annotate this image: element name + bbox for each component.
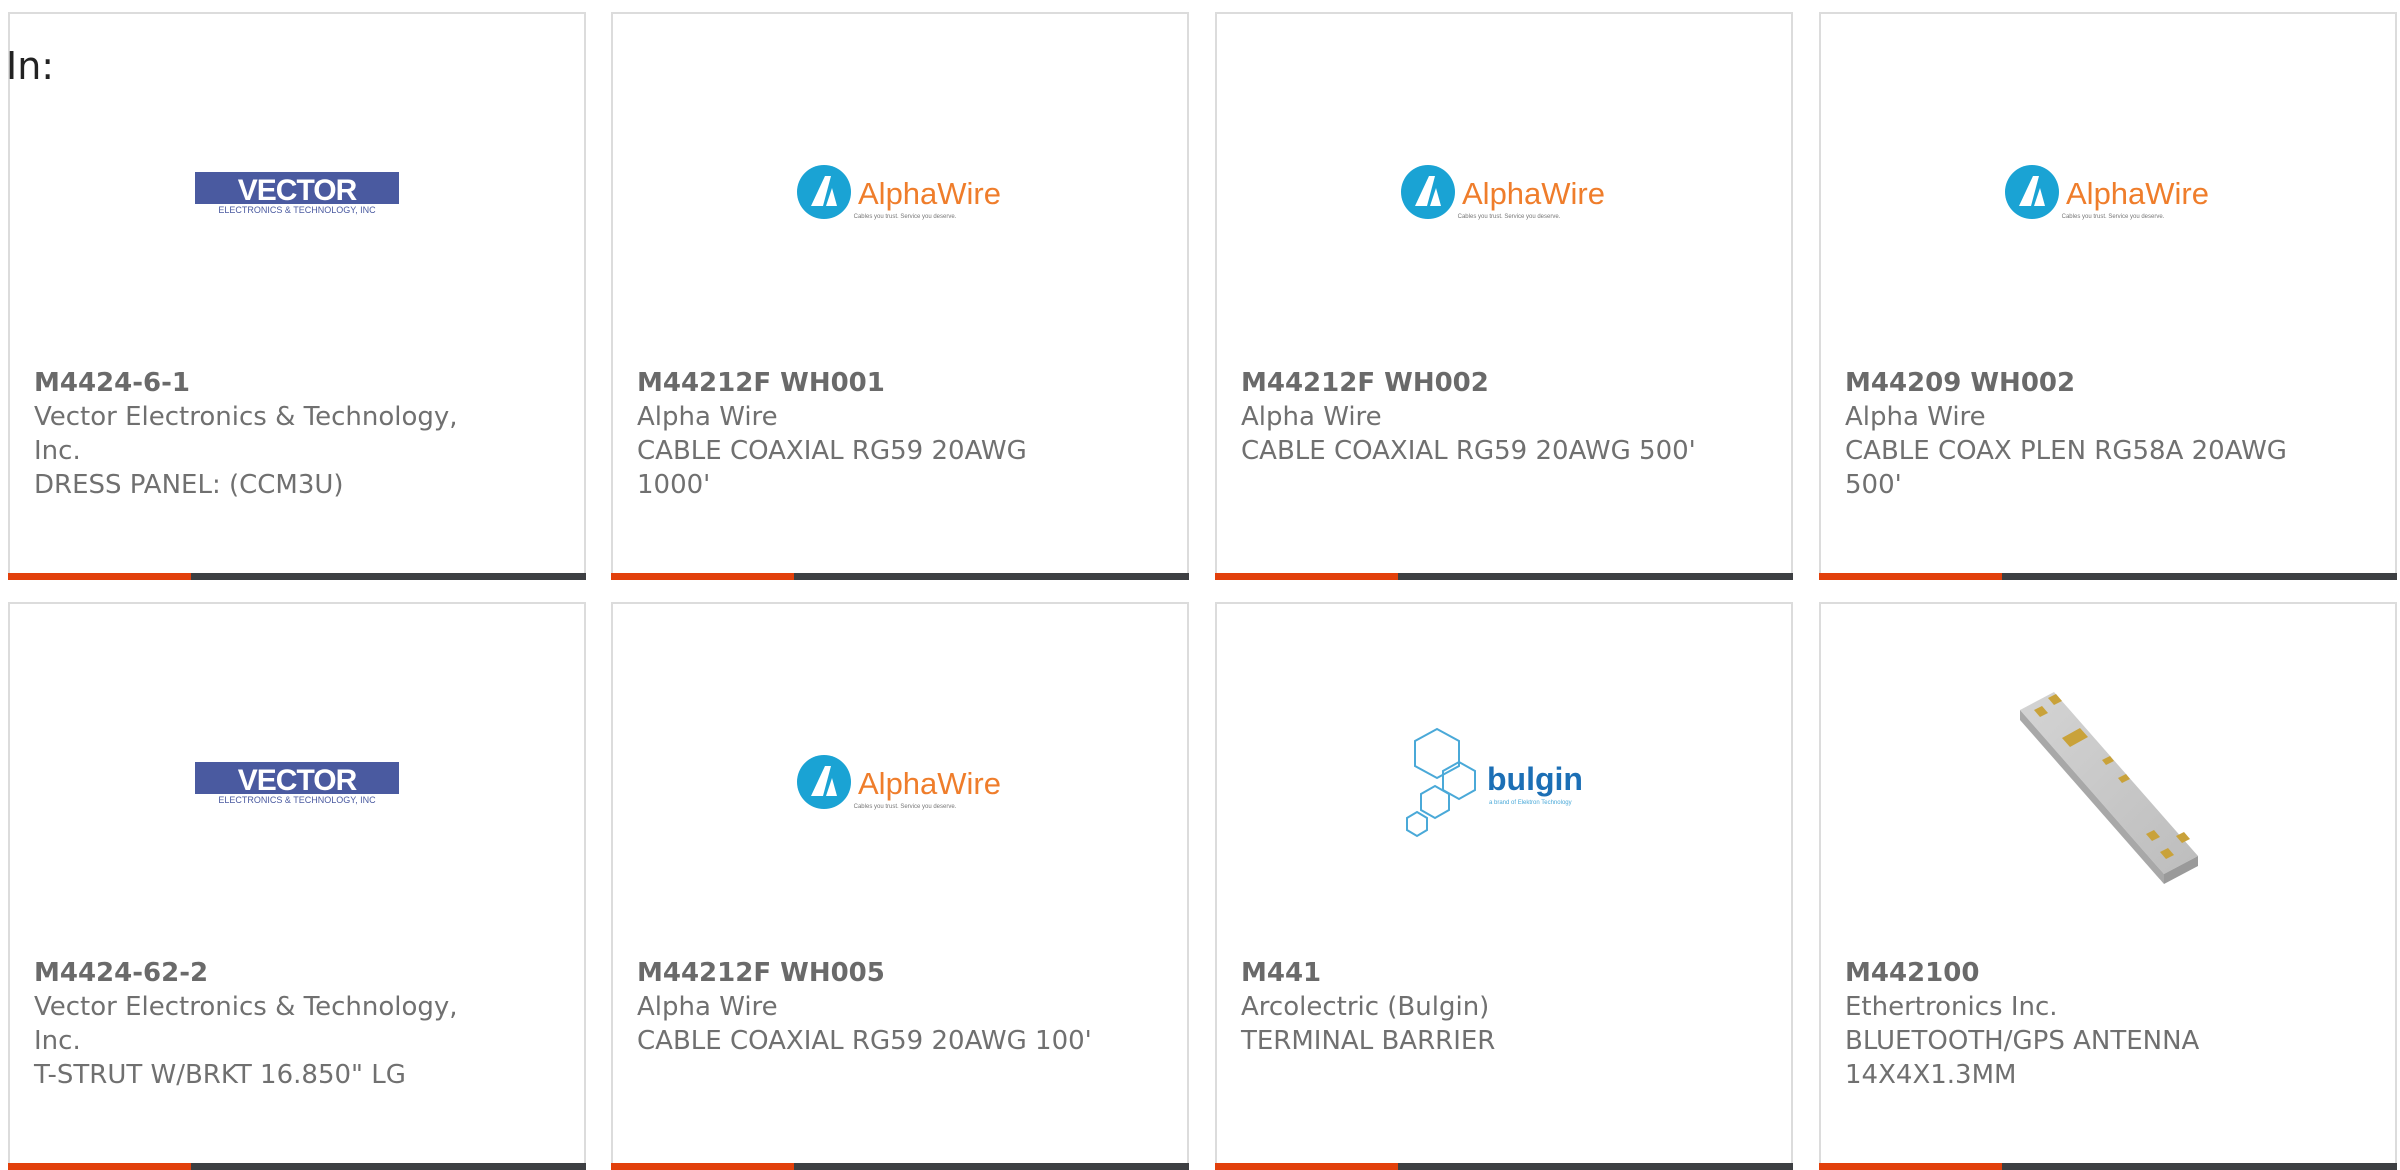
part-number[interactable]: M44212F WH002 — [1241, 366, 1711, 400]
part-number[interactable]: M442100 — [1845, 956, 2315, 990]
svg-text:Cables you trust. Service you: Cables you trust. Service you deserve. — [854, 214, 957, 220]
description: CABLE COAXIAL RG59 20AWG 100' — [637, 1026, 1092, 1056]
vector-logo: VECTOR ELECTRONICS & TECHNOLOGY, INC — [10, 734, 584, 834]
description: DRESS PANEL: (CCM3U) — [34, 470, 344, 500]
svg-text:VECTOR: VECTOR — [238, 174, 358, 207]
svg-text:AlphaWire: AlphaWire — [1462, 176, 1605, 211]
description: T-STRUT W/BRKT 16.850" LG — [34, 1060, 406, 1090]
manufacturer: Vector Electronics & Technology, Inc. — [34, 992, 458, 1056]
svg-text:VECTOR: VECTOR — [238, 764, 358, 797]
part-number[interactable]: M44212F WH001 — [637, 366, 1107, 400]
product-card[interactable]: VECTOR ELECTRONICS & TECHNOLOGY, INC M44… — [8, 602, 586, 1170]
card-bottom-bar — [1215, 573, 1793, 580]
manufacturer: Vector Electronics & Technology, Inc. — [34, 402, 458, 466]
card-accent — [8, 573, 191, 580]
svg-text:Cables you trust. Service you: Cables you trust. Service you deserve. — [1458, 214, 1561, 220]
alphawire-logo: AlphaWire Cables you trust. Service you … — [1821, 144, 2395, 244]
description: TERMINAL BARRIER — [1241, 1026, 1496, 1056]
antenna-photo — [1821, 684, 2395, 884]
bulgin-logo: bulgin a brand of Elektron Technology — [1217, 727, 1791, 838]
part-number[interactable]: M4424-62-2 — [34, 956, 504, 990]
part-number[interactable]: M44212F WH005 — [637, 956, 1107, 990]
svg-text:bulgin: bulgin — [1487, 761, 1583, 797]
description: CABLE COAXIAL RG59 20AWG 500' — [1241, 436, 1696, 466]
product-card[interactable]: AlphaWire Cables you trust. Service you … — [1215, 12, 1793, 580]
card-bottom-bar — [8, 573, 586, 580]
part-number[interactable]: M4424-6-1 — [34, 366, 504, 400]
description: BLUETOOTH/GPS ANTENNA 14X4X1.3MM — [1845, 1026, 2200, 1090]
manufacturer: Alpha Wire — [637, 402, 778, 432]
svg-text:Cables you trust. Service you: Cables you trust. Service you deserve. — [854, 804, 957, 810]
card-bottom-bar — [1819, 573, 2397, 580]
manufacturer: Arcolectric (Bulgin) — [1241, 992, 1490, 1022]
manufacturer: Alpha Wire — [637, 992, 778, 1022]
description: CABLE COAXIAL RG59 20AWG 1000' — [637, 436, 1027, 500]
product-card[interactable]: bulgin a brand of Elektron Technology M4… — [1215, 602, 1793, 1170]
product-card[interactable]: AlphaWire Cables you trust. Service you … — [611, 12, 1189, 580]
alphawire-logo: AlphaWire Cables you trust. Service you … — [613, 734, 1187, 834]
manufacturer: Ethertronics Inc. — [1845, 992, 2058, 1022]
product-card[interactable]: AlphaWire Cables you trust. Service you … — [1819, 12, 2397, 580]
svg-text:a brand of Elektron Technology: a brand of Elektron Technology — [1489, 800, 1572, 806]
manufacturer: Alpha Wire — [1241, 402, 1382, 432]
svg-text:ELECTRONICS & TECHNOLOGY, INC: ELECTRONICS & TECHNOLOGY, INC — [218, 205, 376, 215]
alphawire-logo: AlphaWire Cables you trust. Service you … — [613, 144, 1187, 244]
card-accent — [1215, 573, 1398, 580]
card-accent — [1819, 573, 2002, 580]
card-bottom-bar — [611, 573, 1189, 580]
svg-text:Cables you trust. Service you: Cables you trust. Service you deserve. — [2062, 214, 2165, 220]
part-number[interactable]: M44209 WH002 — [1845, 366, 2315, 400]
svg-text:AlphaWire: AlphaWire — [2066, 176, 2209, 211]
product-card[interactable]: AlphaWire Cables you trust. Service you … — [611, 602, 1189, 1170]
svg-text:AlphaWire: AlphaWire — [858, 176, 1001, 211]
product-card[interactable]: M442100 Ethertronics Inc. BLUETOOTH/GPS … — [1819, 602, 2397, 1170]
manufacturer: Alpha Wire — [1845, 402, 1986, 432]
card-accent — [611, 573, 794, 580]
alphawire-logo: AlphaWire Cables you trust. Service you … — [1217, 144, 1791, 244]
product-grid: VECTOR ELECTRONICS & TECHNOLOGY, INC M44… — [0, 0, 2400, 1170]
vector-logo: VECTOR ELECTRONICS & TECHNOLOGY, INC — [10, 144, 584, 244]
in-label: In: — [6, 44, 55, 88]
svg-text:ELECTRONICS & TECHNOLOGY, INC: ELECTRONICS & TECHNOLOGY, INC — [218, 795, 376, 805]
svg-text:AlphaWire: AlphaWire — [858, 766, 1001, 801]
description: CABLE COAX PLEN RG58A 20AWG 500' — [1845, 436, 2287, 500]
part-number[interactable]: M441 — [1241, 956, 1711, 990]
product-card[interactable]: VECTOR ELECTRONICS & TECHNOLOGY, INC M44… — [8, 12, 586, 580]
